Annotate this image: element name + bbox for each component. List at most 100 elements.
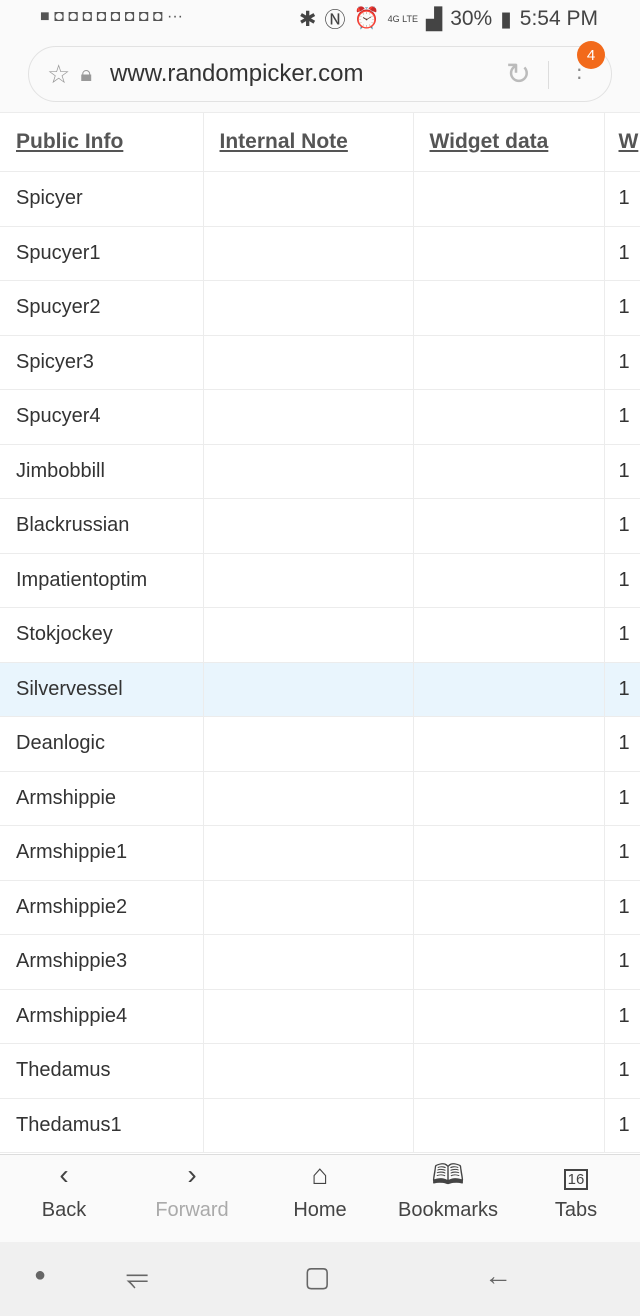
- widget-data-cell: [412, 334, 605, 390]
- widget-data-cell: [412, 607, 605, 663]
- table-row[interactable]: Armshippie1 1: [0, 825, 640, 881]
- internal-note-cell: [202, 389, 414, 445]
- table-row[interactable]: Armshippie3 1: [0, 934, 640, 990]
- chevron-left-icon: ‹: [59, 1159, 69, 1190]
- widget-data-cell: [412, 171, 605, 227]
- w-cell: 1: [603, 716, 640, 772]
- table-row[interactable]: Spicyer3 1: [0, 334, 640, 390]
- data-table: Public Info Internal Note Widget data W Spi…: [0, 112, 640, 1153]
- table-row[interactable]: Thedamus1 1: [0, 1097, 640, 1153]
- w-cell: 1: [603, 607, 640, 663]
- signal-icon: ▟: [426, 7, 443, 31]
- table-row[interactable]: Armshippie 1: [0, 770, 640, 826]
- internal-note-cell: [202, 988, 414, 1044]
- table-row[interactable]: Blackrussian 1: [0, 498, 640, 554]
- home-button[interactable]: ⌂ Home: [256, 1155, 384, 1242]
- public-info-cell: Blackrussian: [0, 498, 204, 554]
- bookmarks-button[interactable]: 🕮︎ Bookmarks: [384, 1155, 512, 1242]
- widget-data-cell: [412, 716, 605, 772]
- column-header[interactable]: W: [603, 112, 640, 172]
- home-icon: ⌂: [311, 1159, 329, 1190]
- widget-data-cell: [412, 443, 605, 499]
- bluetooth-icon: ✱: [298, 7, 317, 31]
- table-row[interactable]: Spucyer4 1: [0, 389, 640, 445]
- column-header[interactable]: Widget data: [412, 112, 605, 172]
- w-cell: 1: [603, 1097, 640, 1153]
- forward-label: Forward: [155, 1199, 229, 1221]
- tabs-label: Tabs: [554, 1199, 598, 1221]
- public-info-cell: Thedamus1: [0, 1097, 204, 1153]
- table-row[interactable]: Spicyer 1: [0, 171, 640, 227]
- public-info-cell: Jimbobbill: [0, 443, 204, 499]
- notification-icons: ■ ◘ ◘ ◘ ◘ ◘ ◘ ◘ ◘ ···: [40, 8, 183, 25]
- reload-icon[interactable]: ↻: [506, 57, 531, 92]
- internal-note-cell: [202, 280, 414, 336]
- bookmarks-label: Bookmarks: [397, 1199, 499, 1221]
- recents-icon[interactable]: ⥫: [126, 1260, 148, 1293]
- widget-data-cell: [412, 879, 605, 935]
- public-info-cell: Spucyer1: [0, 225, 204, 281]
- network-label: 4G LTE: [387, 14, 419, 24]
- w-cell: 1: [603, 661, 640, 717]
- chevron-right-icon: ›: [187, 1159, 197, 1190]
- public-info-cell: Armshippie2: [0, 879, 204, 935]
- lock-icon: 🔒︎: [80, 61, 93, 86]
- forward-button[interactable]: › Forward: [128, 1155, 256, 1242]
- divider: [548, 61, 549, 89]
- widget-data-cell: [412, 552, 605, 608]
- bottom-nav: ‹ Back › Forward ⌂ Home 🕮︎ Bookmarks 16 Tabs: [0, 1154, 640, 1242]
- public-info-cell: Spucyer2: [0, 280, 204, 336]
- table-row[interactable]: Deanlogic 1: [0, 716, 640, 772]
- public-info-cell: Spucyer4: [0, 389, 204, 445]
- widget-data-cell: [412, 498, 605, 554]
- internal-note-cell: [202, 1043, 414, 1099]
- table-row[interactable]: Spucyer1 1: [0, 225, 640, 281]
- w-cell: 1: [603, 280, 640, 336]
- table-row[interactable]: Stokjockey 1: [0, 607, 640, 663]
- internal-note-cell: [202, 934, 414, 990]
- widget-data-cell: [412, 389, 605, 445]
- tabs-button[interactable]: 16 Tabs: [512, 1155, 640, 1242]
- book-icon: 🕮︎: [431, 1159, 465, 1190]
- tab-count: 16: [563, 1169, 589, 1190]
- widget-data-cell: [412, 280, 605, 336]
- column-header[interactable]: Public Info: [0, 112, 204, 172]
- widget-data-cell: [412, 1043, 605, 1099]
- internal-note-cell: [202, 1097, 414, 1153]
- w-cell: 1: [603, 171, 640, 227]
- url-text[interactable]: www.randompicker.com: [110, 60, 363, 88]
- system-nav-bar: ● ⥫ ▢ ←: [0, 1242, 640, 1316]
- column-header[interactable]: Internal Note: [202, 112, 414, 172]
- table-row[interactable]: Thedamus 1: [0, 1043, 640, 1099]
- widget-data-cell: [412, 661, 605, 717]
- table-row[interactable]: Silvervessel 1: [0, 661, 640, 717]
- home-square-icon[interactable]: ▢: [304, 1260, 330, 1293]
- tabs-icon: 16: [512, 1155, 640, 1199]
- internal-note-cell: [202, 607, 414, 663]
- w-cell: 1: [603, 825, 640, 881]
- menu-icon[interactable]: · ·: [576, 58, 583, 88]
- address-bar[interactable]: ☆ 🔒︎ www.randompicker.com ↻ · · 4: [28, 41, 612, 102]
- w-cell: 1: [603, 389, 640, 445]
- dot-icon[interactable]: ●: [34, 1264, 46, 1287]
- widget-data-cell: [412, 225, 605, 281]
- w-cell: 1: [603, 770, 640, 826]
- public-info-cell: Stokjockey: [0, 607, 204, 663]
- back-button[interactable]: ‹ Back: [0, 1155, 128, 1242]
- public-info-cell: Armshippie: [0, 770, 204, 826]
- public-info-cell: Thedamus: [0, 1043, 204, 1099]
- table-row[interactable]: Armshippie4 1: [0, 988, 640, 1044]
- internal-note-cell: [202, 825, 414, 881]
- table-row[interactable]: Impatientoptim 1: [0, 552, 640, 608]
- status-bar: ■ ◘ ◘ ◘ ◘ ◘ ◘ ◘ ◘ ··· ✱ Ⓝ ⏰ 4G LTE ▟ 30%…: [0, 0, 640, 38]
- nfc-icon: Ⓝ: [324, 9, 346, 32]
- table-row[interactable]: Spucyer2 1: [0, 280, 640, 336]
- w-cell: 1: [603, 879, 640, 935]
- table-row[interactable]: Armshippie2 1: [0, 879, 640, 935]
- w-cell: 1: [603, 498, 640, 554]
- table-row[interactable]: Jimbobbill 1: [0, 443, 640, 499]
- back-arrow-icon[interactable]: ←: [484, 1260, 512, 1292]
- internal-note-cell: [202, 225, 414, 281]
- widget-data-cell: [412, 770, 605, 826]
- star-icon[interactable]: ☆: [47, 59, 70, 90]
